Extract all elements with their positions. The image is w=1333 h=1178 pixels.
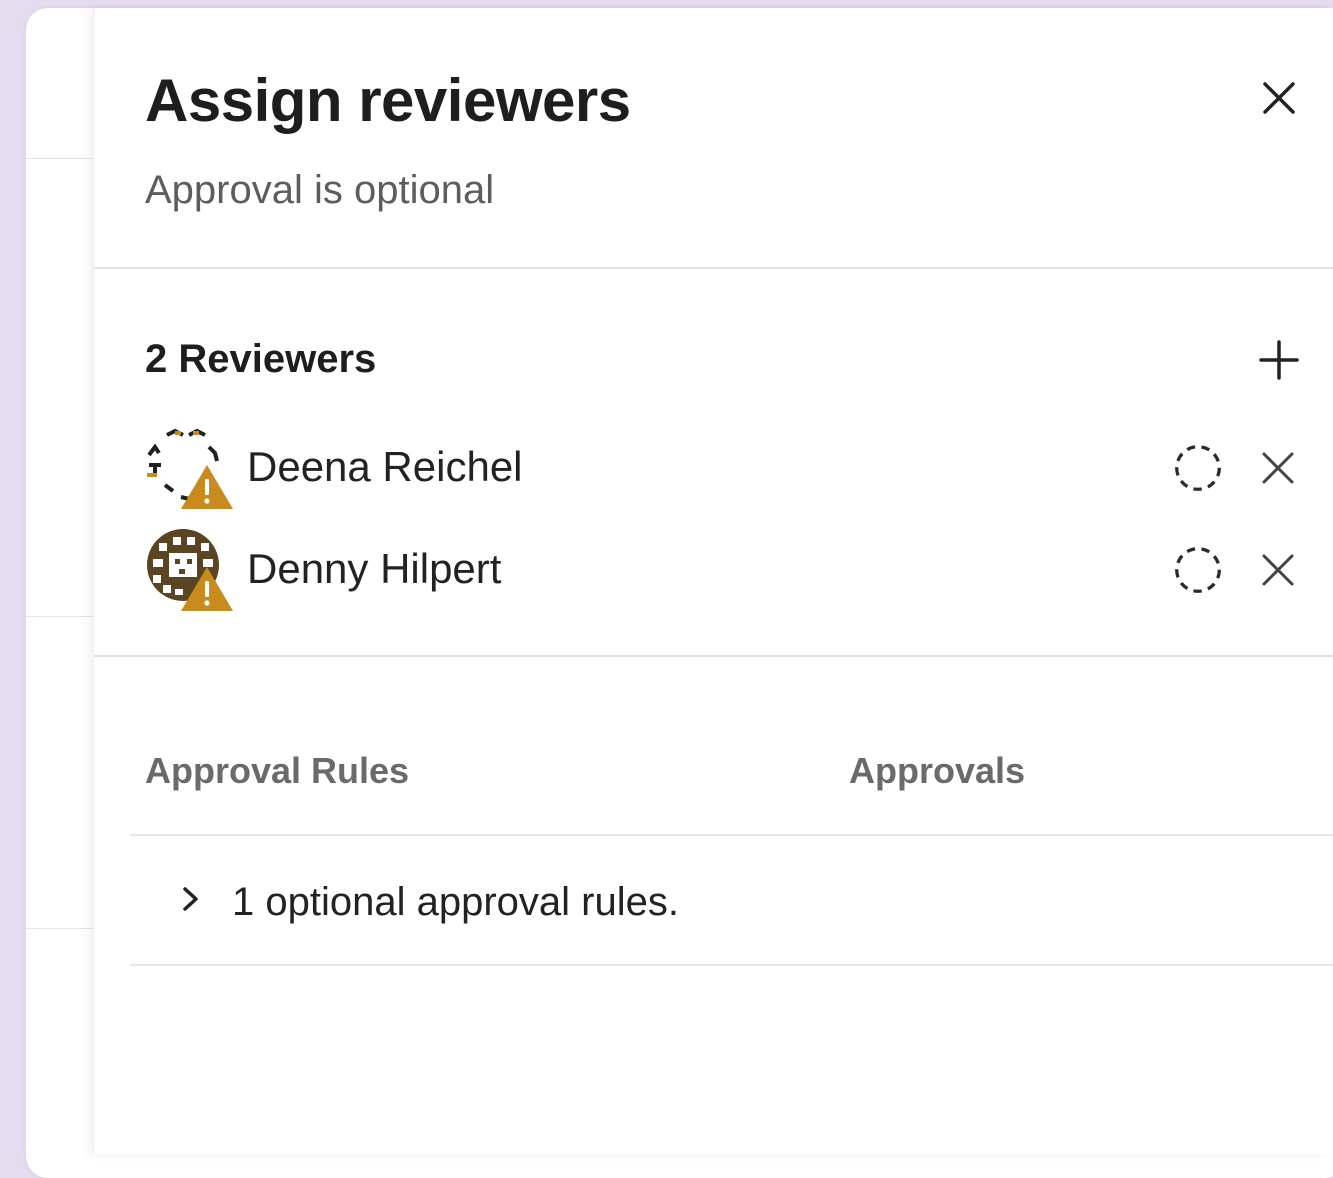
remove-reviewer-button[interactable] [1253,443,1303,493]
drawer-title: Assign reviewers [145,67,631,134]
drawer-subtitle: Approval is optional [145,168,495,212]
remove-reviewer-button[interactable] [1253,545,1303,595]
pending-status-icon [1175,547,1221,593]
close-icon [1262,554,1294,586]
column-header-approvals: Approvals [849,750,1026,791]
reviewers-heading: 2 Reviewers [145,337,377,381]
close-icon [1263,82,1295,114]
background-divider [26,928,96,929]
expand-rules-button[interactable] [176,884,206,914]
plus-icon [1259,340,1299,380]
chevron-right-icon [183,887,198,911]
approval-status [1173,545,1223,595]
reviewer-name: Denny Hilpert [247,545,502,592]
background-divider [26,616,96,617]
reviewer-row: Denny Hilpert [145,519,1305,611]
reviewers-section: 2 Reviewers Deena Reichel Denny Hilpert [94,269,1333,657]
approval-status [1173,443,1223,493]
reviewer-avatar [145,527,233,615]
identicon-avatar-warning-icon [147,529,233,611]
background-divider [26,158,96,159]
optional-rules-row[interactable]: 1 optional approval rules. [130,836,1333,966]
reviewer-avatar [145,425,233,513]
assign-reviewers-drawer: Assign reviewers Approval is optional 2 … [93,8,1333,1154]
reviewer-row: Deena Reichel [145,417,1305,509]
optional-rules-summary: 1 optional approval rules. [232,880,679,924]
add-reviewer-button[interactable] [1254,335,1304,385]
column-header-approval-rules: Approval Rules [145,750,410,791]
close-icon [1262,452,1294,484]
close-drawer-button[interactable] [1254,73,1304,123]
drawer-header: Assign reviewers Approval is optional [94,8,1333,269]
reviewer-name: Deena Reichel [247,443,523,490]
identicon-avatar-warning-icon [147,427,233,509]
pending-status-icon [1175,445,1221,491]
table-header: Approval Rules Approvals [130,658,1333,836]
